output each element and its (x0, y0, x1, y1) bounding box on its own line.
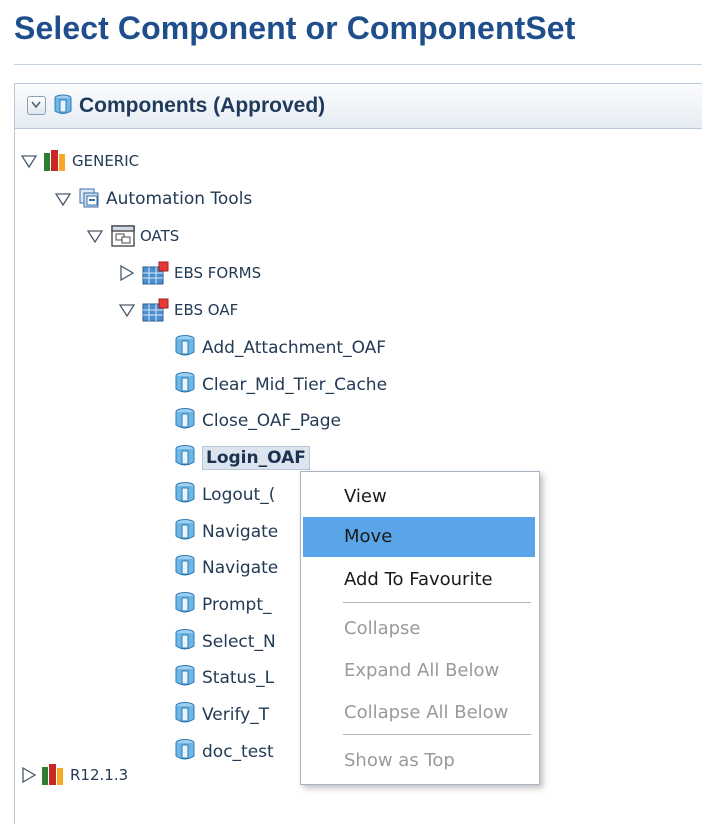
tree-node-label: Close_OAF_Page (202, 411, 341, 432)
context-menu: View Move Add To Favourite Collapse Expa… (300, 471, 540, 785)
expanded-triangle-icon[interactable] (86, 227, 104, 245)
collapsed-triangle-icon[interactable] (20, 766, 38, 784)
menu-item-move[interactable]: Move (303, 517, 535, 557)
tree-node-r12-1-3[interactable]: R12.1.3 (20, 760, 128, 790)
tree-node-label: Status_L (202, 668, 275, 689)
window-icon (111, 225, 135, 247)
component-cube-icon (172, 517, 198, 547)
expanded-triangle-icon[interactable] (118, 301, 136, 319)
tree-node-label: doc_test (202, 741, 274, 762)
tree-leaf-component[interactable]: Prompt_ (172, 590, 272, 620)
component-set-icon (79, 188, 99, 208)
component-cube-icon (172, 627, 198, 657)
tree-leaf-component[interactable]: doc_test (172, 737, 274, 767)
tree-node-ebs-oaf[interactable]: EBS OAF (118, 295, 238, 325)
tree-node-oats[interactable]: OATS (86, 221, 179, 251)
tree-node-label: EBS OAF (174, 301, 239, 319)
title-divider (14, 64, 702, 65)
component-cube-icon (172, 443, 198, 473)
page-title: Select Component or ComponentSet (14, 10, 576, 46)
tree-node-label: OATS (140, 227, 180, 245)
menu-separator (343, 734, 531, 735)
menu-item-collapse-all-below[interactable]: Collapse All Below (303, 693, 535, 733)
component-cube-icon (172, 406, 198, 436)
tree-leaf-component[interactable]: Verify_T (172, 700, 269, 730)
menu-separator (343, 602, 531, 603)
tree-leaf-component[interactable]: Select_N (172, 627, 276, 657)
tree-leaf-component[interactable]: Logout_( (172, 480, 275, 510)
component-cube-icon (172, 700, 198, 730)
books-icon (42, 764, 63, 785)
menu-item-show-as-top[interactable]: Show as Top (303, 741, 535, 781)
tree-node-ebs-forms[interactable]: EBS FORMS (118, 258, 261, 288)
tree-node-automation-tools[interactable]: Automation Tools (54, 184, 252, 214)
tree-node-label: Navigate (202, 558, 279, 579)
component-cube-icon (172, 480, 198, 510)
building-blocks-icon (142, 261, 169, 285)
component-cube-icon (172, 370, 198, 400)
collapse-panel-button[interactable] (27, 96, 46, 115)
tree-leaf-component[interactable]: Navigate (172, 553, 278, 583)
menu-item-add-to-favourite[interactable]: Add To Favourite (303, 560, 535, 600)
component-cube-icon (172, 590, 198, 620)
menu-item-expand-all-below[interactable]: Expand All Below (303, 651, 535, 691)
tree-leaf-component[interactable]: Navigate (172, 517, 278, 547)
chevron-down-icon (31, 101, 41, 109)
tree-node-label: EBS FORMS (174, 264, 262, 282)
tree-node-label: Select_N (202, 631, 276, 652)
tree-node-label: Verify_T (202, 705, 270, 725)
tree-node-label: Prompt_ (202, 594, 272, 615)
component-cube-icon (172, 737, 198, 767)
expanded-triangle-icon[interactable] (54, 190, 72, 208)
component-cube-icon (54, 94, 72, 114)
menu-item-view[interactable]: View (303, 477, 535, 517)
expanded-triangle-icon[interactable] (20, 152, 38, 170)
component-cube-icon (172, 553, 198, 583)
component-cube-icon (172, 663, 198, 693)
tree-node-label: Navigate (202, 521, 279, 542)
tree-leaf-component[interactable]: Login_OAF (172, 443, 310, 473)
tree-node-label: Clear_Mid_Tier_Cache (202, 374, 388, 395)
component-cube-icon (172, 333, 198, 363)
tree-node-label: Logout_( (202, 484, 276, 505)
tree-leaf-component[interactable]: Status_L (172, 663, 274, 693)
tree-node-generic[interactable]: GENERIC (20, 146, 139, 176)
books-icon (44, 150, 65, 171)
tree-node-label: R12.1.3 (70, 766, 129, 784)
collapsed-triangle-icon[interactable] (118, 264, 136, 282)
building-blocks-icon (142, 298, 169, 322)
menu-item-collapse[interactable]: Collapse (303, 609, 535, 649)
tree-node-label: Add_Attachment_OAF (202, 338, 387, 358)
tree-node-label: GENERIC (72, 152, 140, 170)
panel-header: Components (Approved) (15, 84, 702, 129)
tree-leaf-component[interactable]: Add_Attachment_OAF (172, 333, 386, 363)
tree-node-label: Automation Tools (106, 189, 253, 209)
selected-tree-node-label: Login_OAF (202, 446, 310, 471)
tree-leaf-component[interactable]: Close_OAF_Page (172, 406, 341, 436)
panel-title: Components (Approved) (79, 94, 326, 117)
tree-leaf-component[interactable]: Clear_Mid_Tier_Cache (172, 370, 387, 400)
